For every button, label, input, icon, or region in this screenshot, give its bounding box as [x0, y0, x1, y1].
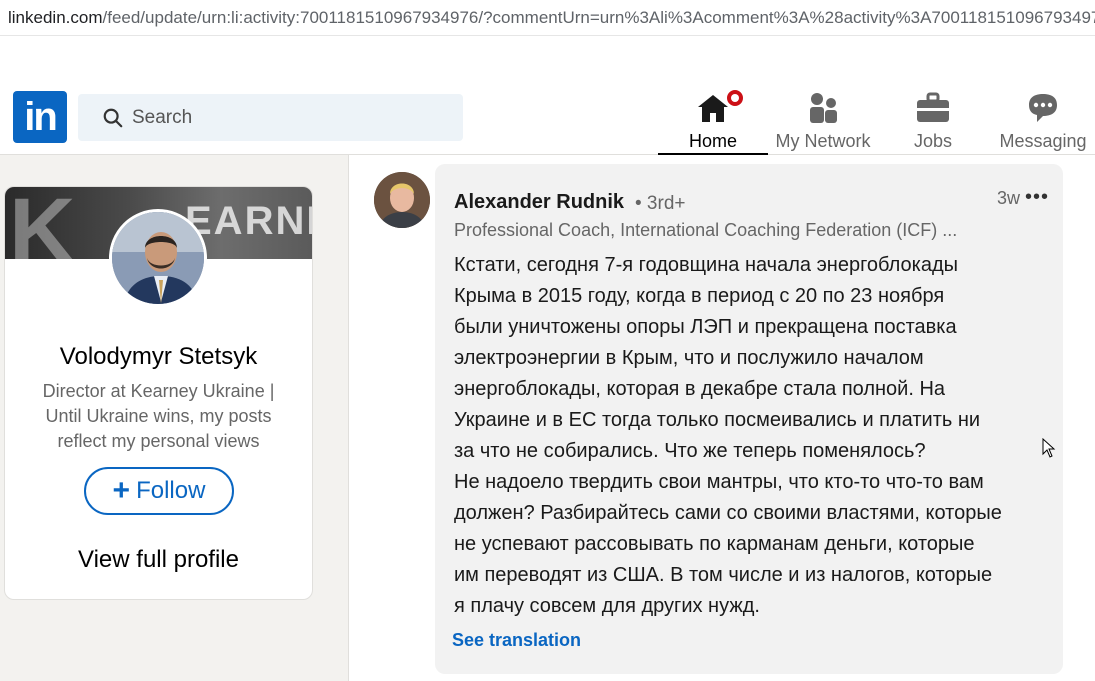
- nav-home[interactable]: Home: [658, 87, 768, 155]
- nav-messaging[interactable]: Messaging: [988, 87, 1095, 153]
- profile-avatar[interactable]: [109, 209, 207, 307]
- comment-author-subtitle: Professional Coach, International Coachi…: [454, 220, 958, 240]
- plus-icon: +: [112, 474, 131, 507]
- connection-degree: • 3rd+: [635, 193, 686, 214]
- nav-network-label: My Network: [775, 131, 871, 151]
- feed-post-panel: Alexander Rudnik • 3rd+ 3w ••• Professio…: [348, 155, 1095, 681]
- url-path: /feed/update/urn:li:activity:70011815109…: [102, 8, 1095, 27]
- nav-messaging-label: Messaging: [999, 131, 1087, 151]
- comment-bubble: Alexander Rudnik • 3rd+ 3w ••• Professio…: [435, 164, 1063, 674]
- person-photo-icon: [112, 212, 204, 304]
- network-icon: [810, 93, 837, 123]
- notification-badge: [724, 87, 746, 109]
- banner-letter: K: [9, 187, 82, 259]
- search-box[interactable]: [78, 94, 463, 141]
- comment-author[interactable]: Alexander Rudnik: [454, 191, 624, 214]
- browser-url-bar[interactable]: linkedin.com/feed/update/urn:li:activity…: [0, 0, 1095, 36]
- nav-home-label: Home: [688, 131, 737, 151]
- follow-label: Follow: [136, 477, 206, 504]
- comment-text: Кстати, сегодня 7-я годовщина начала эне…: [454, 254, 1002, 617]
- profile-name[interactable]: Volodymyr Stetsyk: [5, 343, 312, 371]
- top-navigation: in Home My Network Jobs: [0, 81, 1095, 155]
- profile-headline: Director at Kearney Ukraine | Until Ukra…: [42, 381, 275, 451]
- nav-jobs[interactable]: Jobs: [878, 87, 988, 153]
- comment-time: 3w: [997, 188, 1021, 208]
- search-icon: [103, 108, 123, 128]
- briefcase-icon: [917, 92, 949, 122]
- commenter-avatar[interactable]: [374, 172, 430, 228]
- search-input[interactable]: [132, 104, 452, 132]
- more-options-icon[interactable]: •••: [1025, 186, 1049, 209]
- nav-jobs-label: Jobs: [913, 131, 953, 151]
- mouse-cursor-icon: [1042, 438, 1056, 458]
- view-full-profile-link[interactable]: View full profile: [5, 546, 312, 574]
- follow-button[interactable]: + Follow: [84, 467, 234, 515]
- messaging-icon: [1029, 94, 1057, 122]
- url-text[interactable]: linkedin.com/feed/update/urn:li:activity…: [8, 8, 1095, 28]
- linkedin-logo-icon[interactable]: in: [13, 91, 67, 143]
- person-photo-icon: [374, 172, 430, 228]
- see-translation-link[interactable]: See translation: [452, 630, 581, 651]
- nav-my-network[interactable]: My Network: [768, 87, 878, 153]
- bookmarks-bar-area: [0, 36, 1095, 81]
- banner-text: EARNEY: [185, 199, 312, 243]
- profile-card: K EARNEY Volodymyr Stetsyk Director at K…: [4, 186, 313, 600]
- url-host: linkedin.com: [8, 8, 103, 27]
